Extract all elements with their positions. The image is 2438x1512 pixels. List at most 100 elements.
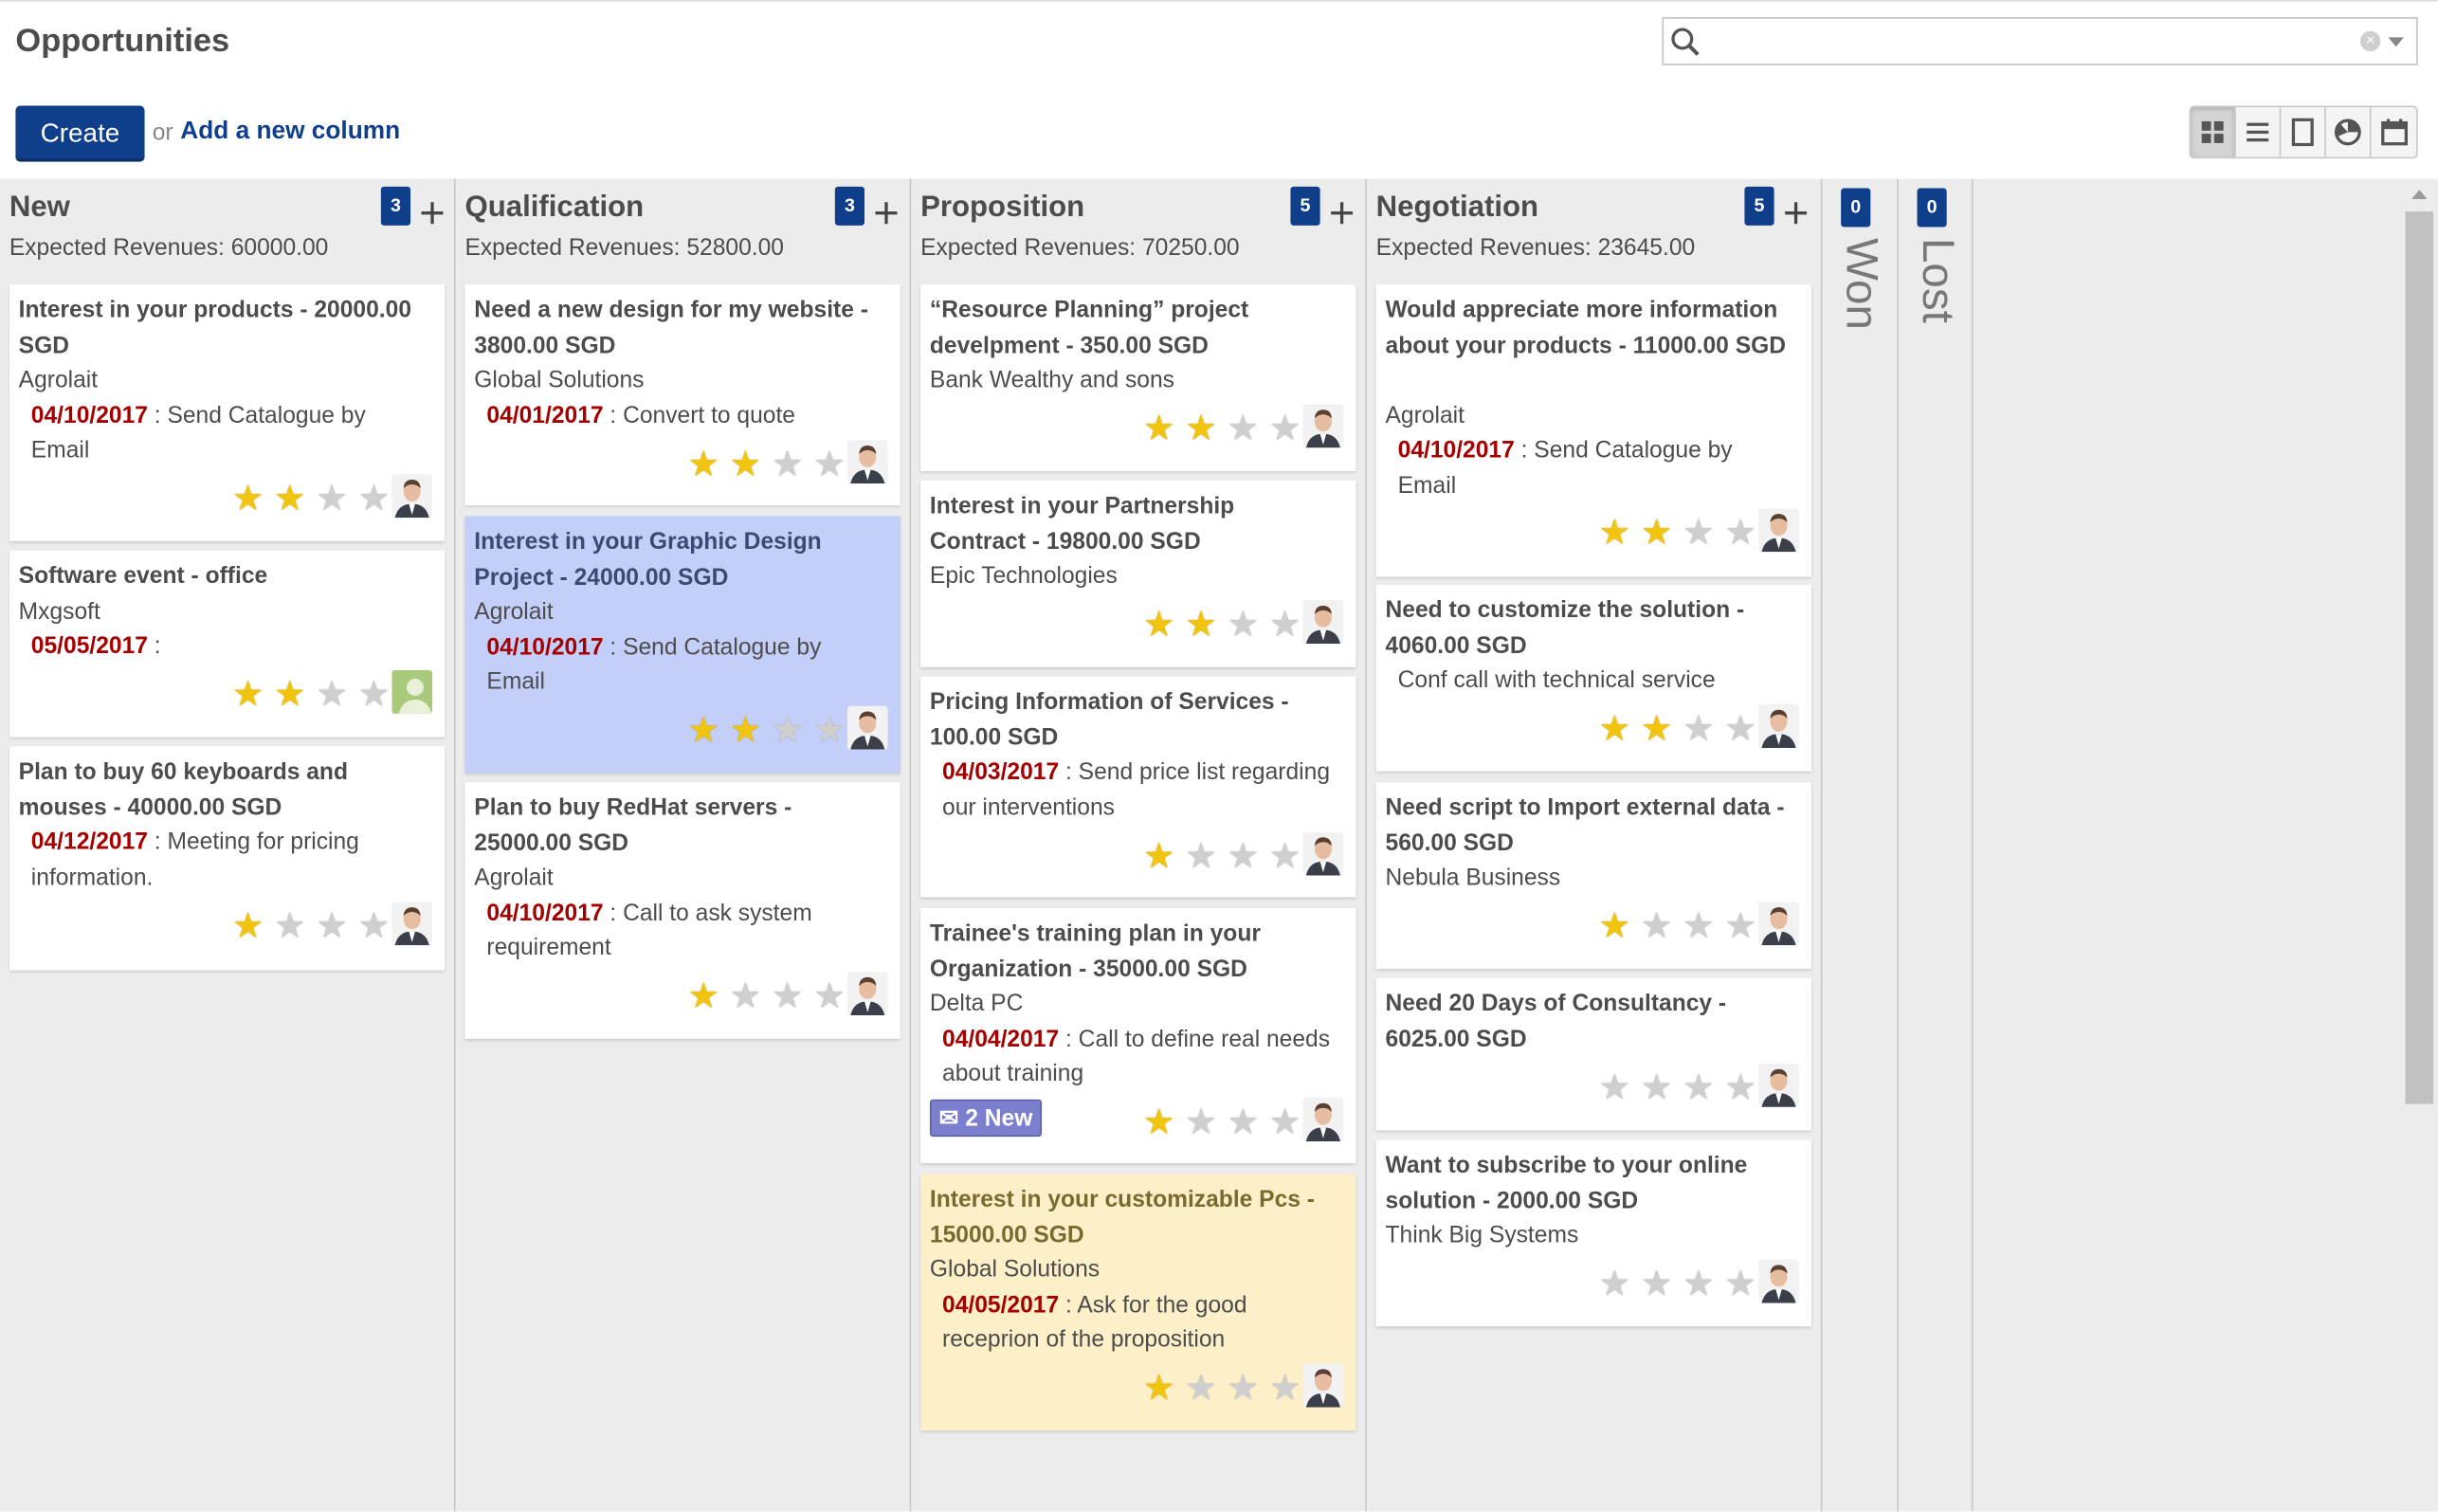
priority-star-icon[interactable]: ★ xyxy=(1722,710,1758,746)
opportunity-card[interactable]: Trainee's training plan in your Organiza… xyxy=(920,907,1356,1163)
column-title[interactable]: Negotiation xyxy=(1376,191,1538,226)
search-input[interactable] xyxy=(1703,21,2364,64)
priority-star-icon[interactable]: ★ xyxy=(1722,1069,1758,1105)
folded-column-won[interactable]: 0 Won xyxy=(1822,179,1897,1512)
priority-star-icon[interactable]: ★ xyxy=(1183,837,1219,873)
priority-star-icon[interactable]: ★ xyxy=(728,711,764,747)
column-title[interactable]: New xyxy=(9,191,70,226)
priority-star-icon[interactable]: ★ xyxy=(1226,1369,1262,1405)
priority-star-icon[interactable]: ★ xyxy=(1141,837,1177,873)
priority-star-icon[interactable]: ★ xyxy=(314,480,350,516)
folded-column-lost[interactable]: 0 Lost xyxy=(1899,179,1974,1512)
priority-star-icon[interactable]: ★ xyxy=(1267,1103,1303,1139)
priority-star-icon[interactable]: ★ xyxy=(1639,1069,1675,1105)
card-title[interactable]: Interest in your Graphic Design Project … xyxy=(474,525,878,595)
priority-star-icon[interactable]: ★ xyxy=(230,907,266,943)
card-title[interactable]: Need 20 Days of Consultancy - 6025.00 SG… xyxy=(1386,988,1790,1058)
quick-create-plus-icon[interactable] xyxy=(421,202,444,225)
priority-star-icon[interactable]: ★ xyxy=(811,446,847,482)
priority-star-icon[interactable]: ★ xyxy=(1681,1069,1717,1105)
priority-star-icon[interactable]: ★ xyxy=(1141,606,1177,642)
card-title[interactable]: Would appreciate more information about … xyxy=(1386,294,1790,364)
priority-star-icon[interactable]: ★ xyxy=(728,446,764,482)
priority-star-icon[interactable]: ★ xyxy=(685,446,721,482)
column-title[interactable]: Qualification xyxy=(464,191,644,226)
priority-star-icon[interactable]: ★ xyxy=(314,907,350,943)
quick-create-plus-icon[interactable] xyxy=(1785,202,1808,225)
opportunity-card[interactable]: Interest in your Graphic Design Project … xyxy=(464,516,901,774)
priority-star-icon[interactable]: ★ xyxy=(356,480,392,516)
opportunity-card[interactable]: Need 20 Days of Consultancy - 6025.00 SG… xyxy=(1375,977,1811,1131)
priority-star-icon[interactable]: ★ xyxy=(1722,514,1758,550)
card-title[interactable]: Need a new design for my website - 3800.… xyxy=(474,294,878,364)
card-title[interactable]: Need to customize the solution - 4060.00… xyxy=(1386,594,1790,665)
clear-search-icon[interactable]: × xyxy=(2359,30,2381,52)
priority-star-icon[interactable]: ★ xyxy=(1141,1103,1177,1139)
quick-create-plus-icon[interactable] xyxy=(875,202,898,225)
priority-star-icon[interactable]: ★ xyxy=(272,480,308,516)
priority-star-icon[interactable]: ★ xyxy=(770,446,806,482)
graph-view-button[interactable] xyxy=(2326,107,2372,157)
calendar-view-button[interactable] xyxy=(2371,107,2416,156)
priority-star-icon[interactable]: ★ xyxy=(811,977,847,1013)
priority-star-icon[interactable]: ★ xyxy=(1226,410,1262,446)
opportunity-card[interactable]: Need script to Import external data - 56… xyxy=(1375,782,1811,969)
priority-star-icon[interactable]: ★ xyxy=(1597,1265,1633,1301)
quick-create-plus-icon[interactable] xyxy=(1331,202,1354,225)
opportunity-card[interactable]: Interest in your Partnership Contract - … xyxy=(920,480,1356,667)
priority-star-icon[interactable]: ★ xyxy=(1183,410,1219,446)
priority-star-icon[interactable]: ★ xyxy=(1183,606,1219,642)
card-title[interactable]: Plan to buy 60 keyboards and mouses - 40… xyxy=(19,756,423,826)
card-title[interactable]: Software event - office xyxy=(19,560,423,595)
opportunity-card[interactable]: Interest in your products - 20000.00 SGD… xyxy=(9,284,446,541)
priority-star-icon[interactable]: ★ xyxy=(314,676,350,712)
opportunity-card[interactable]: Plan to buy RedHat servers - 25000.00 SG… xyxy=(464,782,901,1039)
card-title[interactable]: Need script to Import external data - 56… xyxy=(1386,792,1790,862)
opportunity-card[interactable]: Need to customize the solution - 4060.00… xyxy=(1375,584,1811,772)
opportunity-card[interactable]: Need a new design for my website - 3800.… xyxy=(464,284,901,506)
card-title[interactable]: Pricing Information of Services - 100.00… xyxy=(930,685,1334,756)
scroll-up-arrow-icon[interactable] xyxy=(2411,190,2428,199)
priority-star-icon[interactable]: ★ xyxy=(1597,1069,1633,1105)
priority-star-icon[interactable]: ★ xyxy=(1597,710,1633,746)
new-messages-badge[interactable]: ✉ 2 New xyxy=(929,1099,1043,1138)
opportunity-card[interactable]: Would appreciate more information about … xyxy=(1375,284,1811,577)
priority-star-icon[interactable]: ★ xyxy=(685,711,721,747)
priority-star-icon[interactable]: ★ xyxy=(1141,1369,1177,1405)
priority-star-icon[interactable]: ★ xyxy=(1722,1265,1758,1301)
priority-star-icon[interactable]: ★ xyxy=(1722,907,1758,943)
priority-star-icon[interactable]: ★ xyxy=(1639,1265,1675,1301)
opportunity-card[interactable]: Plan to buy 60 keyboards and mouses - 40… xyxy=(9,746,446,971)
priority-star-icon[interactable]: ★ xyxy=(1183,1103,1219,1139)
priority-star-icon[interactable]: ★ xyxy=(811,711,847,747)
priority-star-icon[interactable]: ★ xyxy=(272,676,308,712)
priority-star-icon[interactable]: ★ xyxy=(1681,514,1717,550)
opportunity-card[interactable]: Pricing Information of Services - 100.00… xyxy=(920,676,1356,898)
priority-star-icon[interactable]: ★ xyxy=(770,711,806,747)
form-view-button[interactable] xyxy=(2281,107,2326,157)
priority-star-icon[interactable]: ★ xyxy=(770,977,806,1013)
priority-star-icon[interactable]: ★ xyxy=(1183,1369,1219,1405)
card-title[interactable]: “Resource Planning” project develpment -… xyxy=(930,294,1334,364)
priority-star-icon[interactable]: ★ xyxy=(1267,410,1303,446)
opportunity-card[interactable]: Want to subscribe to your online solutio… xyxy=(1375,1139,1811,1327)
priority-star-icon[interactable]: ★ xyxy=(1141,410,1177,446)
column-title[interactable]: Proposition xyxy=(920,191,1084,226)
priority-star-icon[interactable]: ★ xyxy=(230,676,266,712)
scrollbar-thumb[interactable] xyxy=(2405,211,2434,1104)
priority-star-icon[interactable]: ★ xyxy=(1226,606,1262,642)
priority-star-icon[interactable]: ★ xyxy=(1226,1103,1262,1139)
create-button[interactable]: Create xyxy=(15,105,145,162)
priority-star-icon[interactable]: ★ xyxy=(1267,606,1303,642)
card-title[interactable]: Trainee's training plan in your Organiza… xyxy=(930,918,1334,988)
list-view-button[interactable] xyxy=(2236,107,2282,157)
priority-star-icon[interactable]: ★ xyxy=(728,977,764,1013)
priority-star-icon[interactable]: ★ xyxy=(1639,907,1675,943)
card-title[interactable]: Interest in your Partnership Contract - … xyxy=(930,490,1334,560)
kanban-view-button[interactable] xyxy=(2191,107,2236,157)
priority-star-icon[interactable]: ★ xyxy=(1681,710,1717,746)
search-options-dropdown-icon[interactable] xyxy=(2388,37,2404,47)
priority-star-icon[interactable]: ★ xyxy=(356,907,392,943)
opportunity-card[interactable]: Interest in your customizable Pcs - 1500… xyxy=(920,1174,1356,1431)
priority-star-icon[interactable]: ★ xyxy=(1597,514,1633,550)
